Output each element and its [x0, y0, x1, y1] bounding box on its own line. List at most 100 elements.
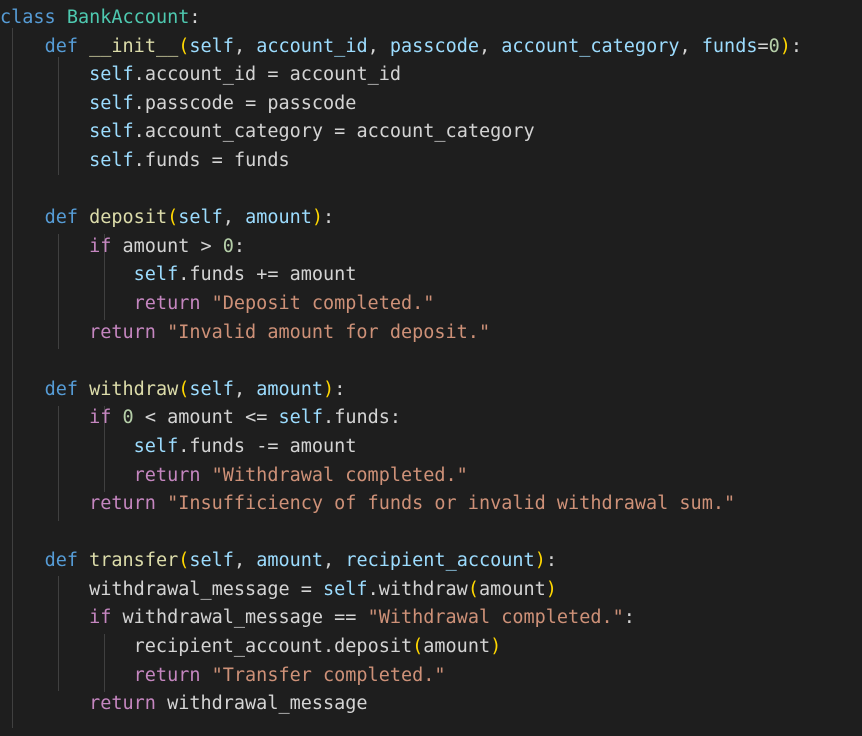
code-token: amount	[245, 207, 312, 229]
code-token: ,	[222, 207, 246, 229]
code-token: (	[467, 578, 479, 600]
code-line[interactable]: def withdraw(self, amount):	[0, 376, 862, 405]
code-token: def	[44, 207, 78, 229]
code-token: funds	[189, 264, 246, 286]
code-line[interactable]: self.passcode = passcode	[0, 90, 862, 119]
code-token: =	[757, 35, 769, 57]
code-line[interactable]: return "Invalid amount for deposit."	[0, 319, 862, 348]
code-token: passcode	[389, 35, 479, 57]
code-line[interactable]: if 0 < amount <= self.funds:	[0, 404, 862, 433]
code-line[interactable]: def __init__(self, account_id, passcode,…	[0, 33, 862, 62]
code-token: )	[534, 550, 546, 572]
code-token: "Withdrawal completed."	[367, 607, 624, 629]
code-token: passcode	[144, 92, 234, 114]
code-token: :	[790, 35, 803, 57]
code-token: ,	[233, 35, 257, 57]
code-token: >	[200, 235, 212, 257]
code-line[interactable]: return "Transfer completed."	[0, 662, 862, 691]
code-line[interactable]: self.account_id = account_id	[0, 61, 862, 90]
code-token: amount	[423, 636, 491, 658]
code-token: return	[89, 693, 156, 715]
code-token: self	[178, 207, 223, 229]
code-token: amount	[289, 435, 357, 457]
code-token: amount	[256, 550, 324, 572]
code-line[interactable]	[0, 176, 862, 205]
code-token: withdrawal_message	[122, 607, 324, 629]
code-line[interactable]: def transfer(self, amount, recipient_acc…	[0, 547, 862, 576]
code-token: "Deposit completed."	[211, 292, 435, 314]
code-token: .	[133, 64, 145, 86]
code-editor[interactable]: class BankAccount: def __init__(self, ac…	[0, 0, 862, 736]
code-token: amount	[478, 578, 546, 600]
code-token: )	[311, 207, 324, 229]
code-line[interactable]: withdrawal_message = self.withdraw(amoun…	[0, 576, 862, 605]
code-token: return	[89, 321, 156, 343]
code-token: self	[89, 121, 134, 143]
code-token: deposit	[334, 636, 413, 658]
code-token: class	[0, 7, 56, 28]
code-token: withdraw	[89, 378, 179, 400]
code-line[interactable]: return withdrawal_message	[0, 690, 862, 719]
code-token: self	[278, 407, 324, 429]
code-line[interactable]	[0, 347, 862, 376]
code-line[interactable]: return "Insufficiency of funds or invali…	[0, 490, 862, 519]
code-token: amount	[289, 264, 357, 286]
code-token: .	[178, 435, 190, 457]
code-token: .	[367, 578, 379, 600]
code-token: )	[490, 636, 502, 658]
code-line[interactable]: recipient_account.deposit(amount)	[0, 633, 862, 662]
code-token: funds	[701, 35, 758, 57]
code-line[interactable]	[0, 519, 862, 548]
code-line[interactable]: def deposit(self, amount):	[0, 204, 862, 233]
code-token: if	[89, 607, 112, 629]
code-token: ,	[367, 35, 390, 57]
code-token: recipient_account	[133, 636, 324, 658]
code-line[interactable]: return "Deposit completed."	[0, 290, 862, 319]
code-token: self	[89, 64, 134, 86]
code-token: amount	[256, 378, 324, 400]
code-line[interactable]: if withdrawal_message == "Withdrawal com…	[0, 604, 862, 633]
code-token: +=	[256, 264, 279, 286]
code-line[interactable]: return "Withdrawal completed."	[0, 462, 862, 491]
code-line[interactable]: class BankAccount:	[0, 4, 862, 33]
code-token: account_id	[289, 64, 402, 86]
code-token: =	[211, 149, 223, 171]
code-content[interactable]: class BankAccount: def __init__(self, ac…	[0, 0, 862, 719]
code-token: withdraw	[378, 578, 468, 600]
code-token: 0	[222, 235, 234, 257]
code-token: funds	[144, 149, 201, 171]
code-line[interactable]: self.funds -= amount	[0, 433, 862, 462]
code-line[interactable]: if amount > 0:	[0, 233, 862, 262]
code-token: <	[144, 407, 156, 429]
code-line[interactable]: self.account_category = account_category	[0, 118, 862, 147]
code-token: deposit	[89, 207, 168, 229]
code-token: (	[412, 636, 424, 658]
code-token: -=	[256, 435, 279, 457]
code-line[interactable]: self.funds = funds	[0, 147, 862, 176]
code-line[interactable]: self.funds += amount	[0, 261, 862, 290]
code-token: return	[133, 664, 201, 686]
code-token: "Transfer completed."	[211, 664, 446, 686]
code-token: return	[89, 493, 156, 515]
